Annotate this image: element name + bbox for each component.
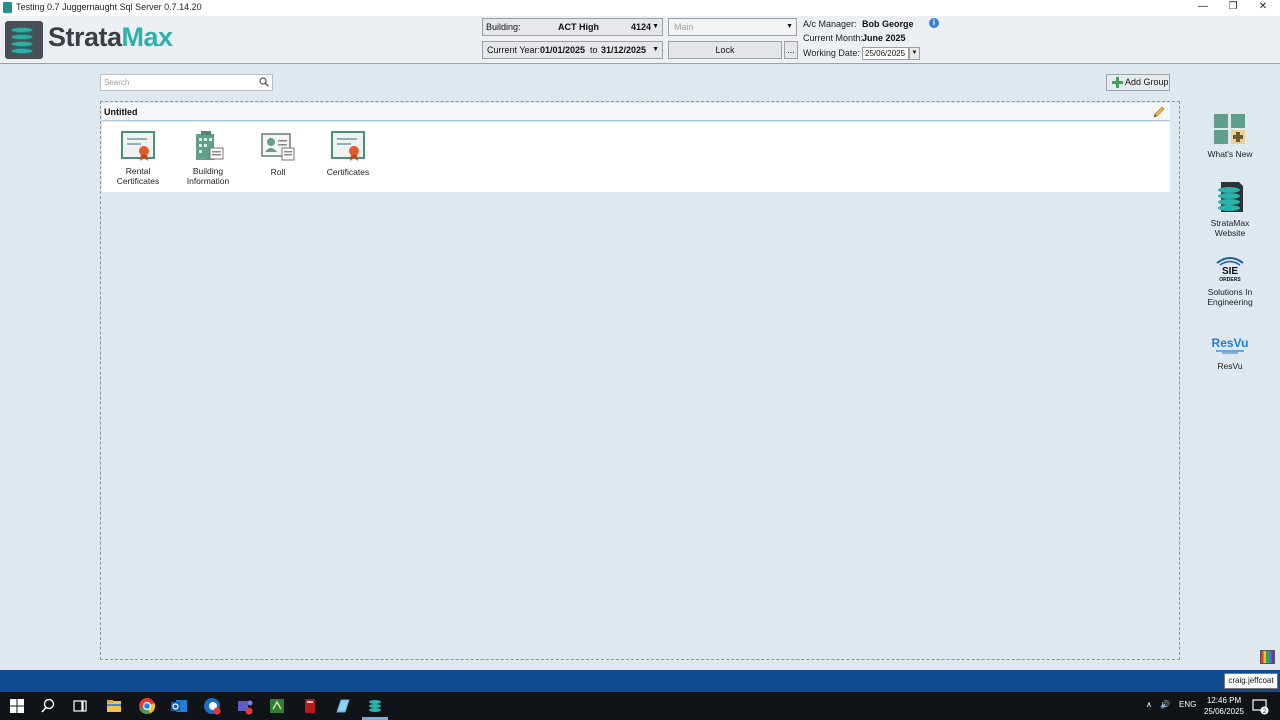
building-label: Building: [486, 22, 521, 32]
search-icon[interactable] [39, 697, 57, 715]
generic-app-icon[interactable] [334, 697, 352, 715]
tile-label-line1: Rental [125, 166, 151, 176]
rail-label-line1: Solutions In [1207, 287, 1253, 297]
id-card-icon [261, 133, 295, 161]
ledger-value: Main [674, 22, 694, 32]
tile-building-information[interactable]: Building Information [172, 130, 244, 186]
tile-label-line1: Roll [270, 167, 286, 177]
year-label: Current Year: [487, 45, 541, 55]
stratamax-taskbar-icon[interactable] [366, 697, 384, 715]
rail-stratamax-website[interactable]: StrataMax Website [1200, 180, 1260, 238]
search-icon [259, 77, 269, 87]
teams-icon[interactable] [236, 697, 254, 715]
rail-label-line1: What's New [1207, 149, 1253, 159]
volume-icon[interactable]: 🔊 [1160, 700, 1170, 709]
close-button[interactable]: ✕ [1246, 0, 1280, 16]
info-icon[interactable]: i [929, 18, 939, 28]
year-from: 01/01/2025 [540, 45, 586, 55]
group-header: Untitled [102, 103, 1170, 121]
year-to-word: to [590, 45, 598, 55]
year-to: 31/12/2025 [601, 45, 647, 55]
clock-time: 12:46 PM [1206, 696, 1242, 705]
svg-text:ResVu: ResVu [1212, 336, 1248, 350]
group-title: Untitled [104, 107, 138, 117]
windows-taskbar [0, 692, 1280, 720]
building-select[interactable]: Building: ACT High 4124 ▼ [482, 18, 663, 36]
outlook-icon[interactable] [170, 697, 188, 715]
more-button[interactable]: ... [784, 41, 798, 59]
certificate-icon [121, 131, 155, 161]
chevron-down-icon: ▼ [786, 23, 793, 30]
language-indicator[interactable]: ENG [1179, 700, 1196, 709]
working-date-field[interactable]: 25/06/2025 [862, 47, 909, 60]
tile-label-line2: Information [186, 176, 230, 186]
month-label: Current Month: [803, 33, 864, 43]
rail-label-line2: Website [1214, 228, 1246, 238]
minimize-button[interactable]: — [1186, 0, 1220, 16]
status-bar [0, 670, 1280, 692]
stratamax-website-icon [1218, 182, 1243, 212]
tile-label-line1: Certificates [326, 167, 370, 177]
rail-whats-new[interactable]: What's New [1200, 113, 1260, 159]
tray-chevron-icon[interactable]: ∧ [1146, 700, 1152, 709]
svg-text:ORDERS: ORDERS [1219, 277, 1241, 283]
tile-roll[interactable]: Roll [242, 130, 314, 177]
working-date-label: Working Date: [803, 48, 860, 58]
rail-resvu[interactable]: ResVu ResVu [1200, 333, 1260, 371]
restore-button[interactable]: ❐ [1216, 0, 1250, 16]
building-icon [196, 131, 224, 160]
add-group-button[interactable]: Add Group [1106, 74, 1170, 91]
stratamax-logo-icon [5, 21, 43, 59]
app-icon [3, 2, 12, 13]
app-header: StrataMax Building: ACT High 4124 ▼ Main… [0, 16, 1280, 64]
edge-icon[interactable] [203, 697, 221, 715]
current-user: craig.jeffcoat [1224, 673, 1278, 689]
chevron-down-icon: ▼ [652, 46, 659, 53]
chevron-down-icon[interactable]: ▼ [909, 47, 920, 60]
window-title: Testing 0.7 Juggernaught Sql Server 0.7.… [16, 2, 202, 12]
rail-solutions-in-engineering[interactable]: SIE ORDERS Solutions In Engineering [1200, 255, 1260, 307]
database-app-icon[interactable] [301, 697, 319, 715]
edit-pencil-icon[interactable] [1152, 105, 1166, 119]
file-explorer-icon[interactable] [105, 697, 123, 715]
resvu-logo-icon: ResVu [1212, 336, 1248, 354]
clock-date: 25/06/2025 [1203, 707, 1245, 716]
building-code: 4124 [631, 22, 652, 32]
search-input[interactable]: Search [100, 74, 273, 91]
group-container: Untitled Rental Certificates Building In… [100, 101, 1180, 660]
window-titlebar: Testing 0.7 Juggernaught Sql Server 0.7.… [0, 0, 1280, 16]
notifications-icon[interactable]: 2 [1251, 697, 1269, 715]
chevron-down-icon: ▼ [652, 23, 659, 30]
building-name: ACT High [558, 22, 599, 32]
plus-icon [1112, 77, 1123, 88]
taskbar-clock[interactable]: 12:46 PM 25/06/2025 [1200, 695, 1248, 717]
svg-text:SIE: SIE [1222, 266, 1238, 277]
manager-label: A/c Manager: [803, 19, 857, 29]
rail-label-line1: StrataMax [1210, 218, 1250, 228]
group-tiles: Rental Certificates Building Information [102, 122, 1170, 192]
month-value: June 2025 [862, 33, 906, 43]
tile-certificates[interactable]: Certificates [312, 130, 384, 177]
chrome-icon[interactable] [138, 697, 156, 715]
notepad-plus-icon[interactable] [268, 697, 286, 715]
add-group-label: Add Group [1125, 77, 1169, 87]
whats-new-icon [1214, 114, 1245, 144]
lock-button[interactable]: Lock [668, 41, 782, 59]
rail-label-line1: ResVu [1217, 361, 1243, 371]
color-palette-icon[interactable] [1260, 650, 1275, 664]
windows-start-icon[interactable] [8, 697, 26, 715]
tile-label-line1: Building [192, 166, 224, 176]
task-view-icon[interactable] [71, 697, 89, 715]
stratamax-logo: StrataMax [48, 22, 173, 52]
tile-label-line2: Certificates [116, 176, 160, 186]
rail-label-line2: Engineering [1207, 297, 1253, 307]
sie-logo-icon: SIE ORDERS [1216, 257, 1244, 283]
ledger-select[interactable]: Main ▼ [668, 18, 797, 36]
manager-value: Bob George [862, 19, 914, 29]
search-placeholder: Search [104, 78, 130, 87]
certificate-icon [331, 131, 365, 161]
year-select[interactable]: Current Year: 01/01/2025 to 31/12/2025 ▼ [482, 41, 663, 59]
tile-rental-certificates[interactable]: Rental Certificates [102, 130, 174, 186]
